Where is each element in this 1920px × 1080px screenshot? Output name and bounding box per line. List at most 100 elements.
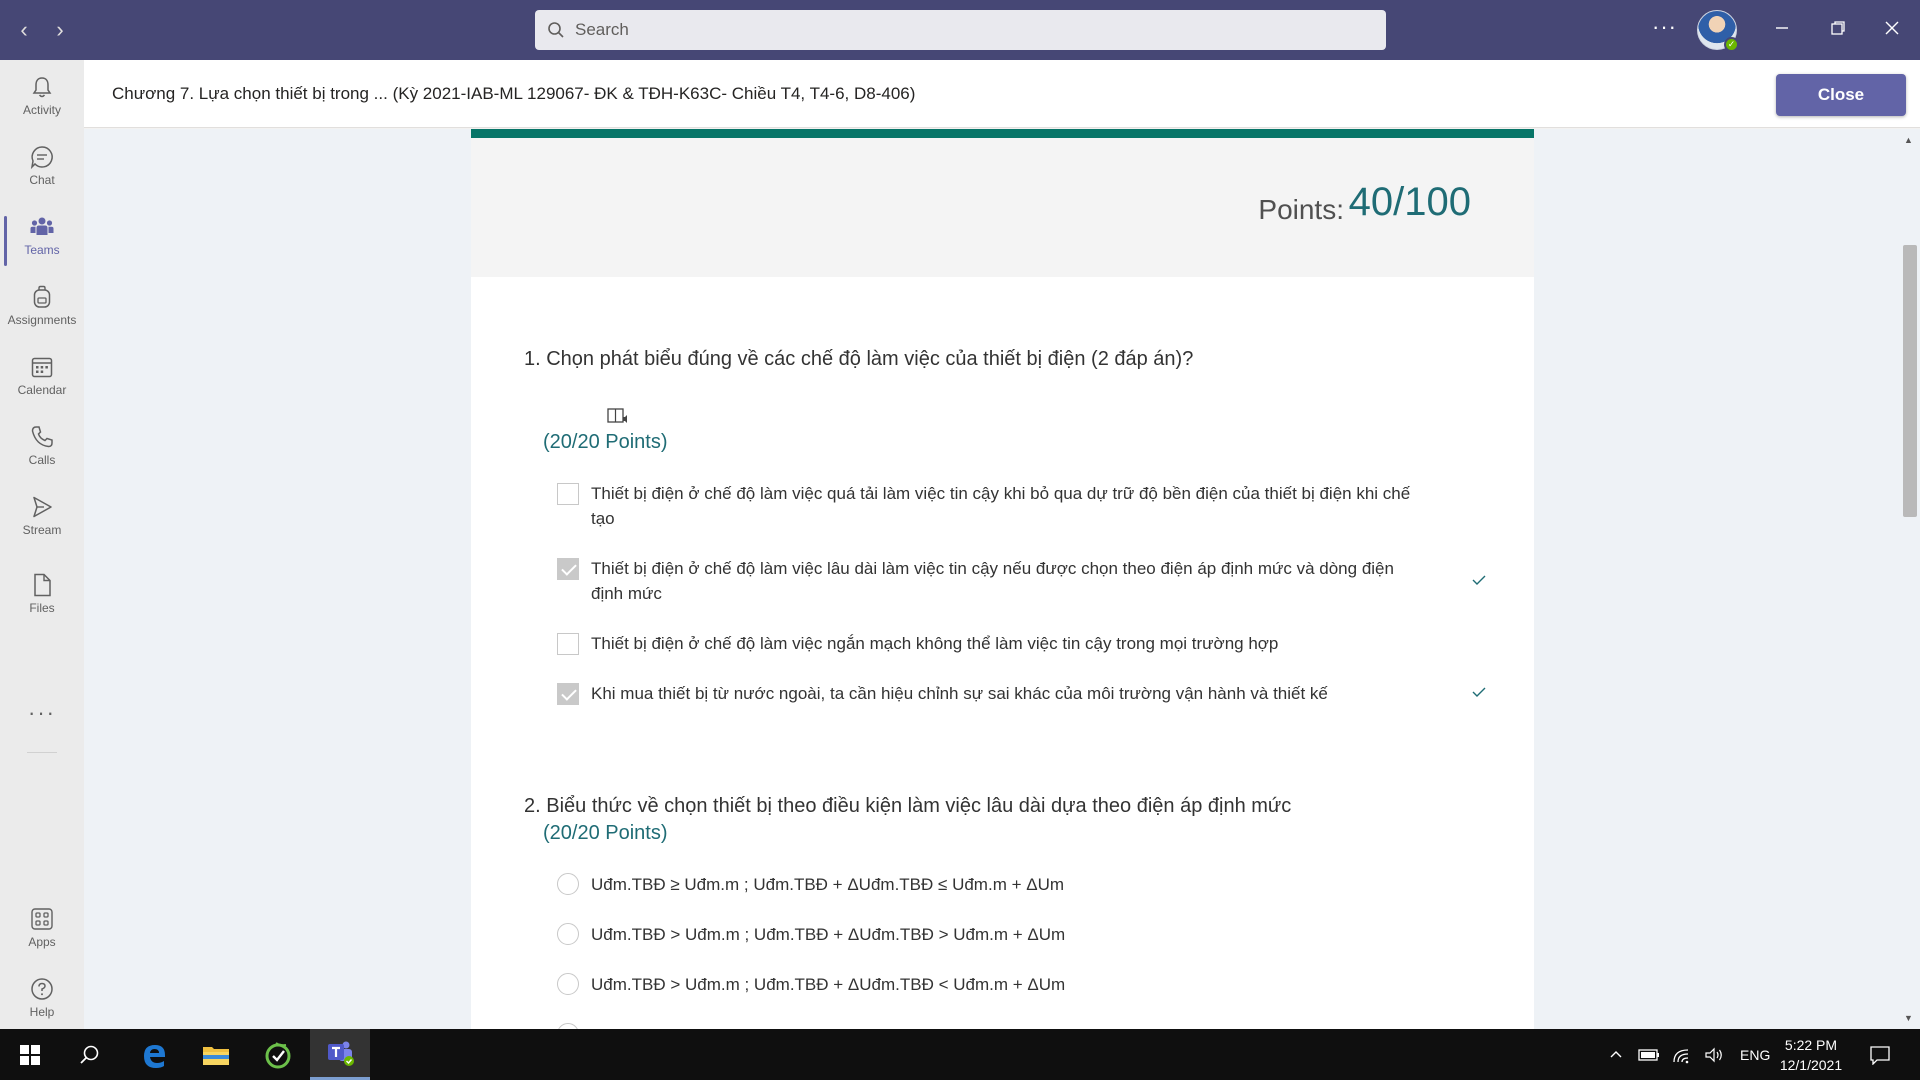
form-viewport: Points: 40/100 1. Chọn phát biểu đúng về… xyxy=(84,129,1920,1029)
rail-item-label: Stream xyxy=(22,523,62,537)
immersive-reader-icon[interactable] xyxy=(607,407,629,427)
answer-option[interactable]: Thiết bị điện ở chế độ làm việc lâu dài … xyxy=(557,556,1457,606)
system-tray: ENG xyxy=(1608,1029,1770,1080)
rail-item-assignments[interactable]: Assignments xyxy=(0,276,84,342)
form-accent-bar xyxy=(471,129,1534,138)
rail-item-chat[interactable]: Chat xyxy=(0,136,84,202)
app-green-icon[interactable] xyxy=(248,1029,308,1080)
phone-icon xyxy=(31,426,53,448)
windows-start-icon[interactable] xyxy=(0,1029,60,1080)
scroll-down-arrow-icon[interactable]: ▼ xyxy=(1904,1013,1913,1023)
teams-taskbar-icon[interactable] xyxy=(310,1029,370,1080)
volume-icon[interactable] xyxy=(1704,1046,1724,1064)
close-button[interactable]: Close xyxy=(1776,74,1906,116)
question-title: 1. Chọn phát biểu đúng về các chế độ làm… xyxy=(524,348,1194,370)
clock[interactable]: 5:22 PM 12/1/2021 xyxy=(1766,1035,1856,1075)
option-text: Uđm.TBĐ > Uđm.m ; Uđm.TBĐ + ΔUđm.TBĐ > U… xyxy=(591,925,1066,944)
question-title: 2. Biểu thức về chọn thiết bị theo điều … xyxy=(524,795,1292,817)
rail-item-label: Assignments xyxy=(7,313,77,327)
rail-item-teams[interactable]: Teams xyxy=(0,206,84,272)
rail-item-label: Calendar xyxy=(17,383,67,397)
option-text: Thiết bị điện ở chế độ làm việc quá tải … xyxy=(591,484,1411,528)
page-title: Chương 7. Lựa chọn thiết bị trong ... (K… xyxy=(112,84,916,103)
restore-icon[interactable] xyxy=(1818,12,1858,48)
more-apps-icon[interactable]: ··· xyxy=(0,700,84,726)
app-rail: Activity Chat Teams Assignments Calendar… xyxy=(0,60,84,1029)
rail-item-calls[interactable]: Calls xyxy=(0,416,84,482)
rail-item-label: Files xyxy=(29,601,55,615)
radio-button[interactable] xyxy=(557,873,579,895)
wifi-icon[interactable] xyxy=(1672,1046,1692,1064)
clock-time: 5:22 PM xyxy=(1784,1037,1838,1053)
points-value: 40/100 xyxy=(1348,180,1471,224)
option-text: Thiết bị điện ở chế độ làm việc lâu dài … xyxy=(591,559,1394,603)
search-input[interactable] xyxy=(575,20,1355,40)
more-options-icon[interactable]: ··· xyxy=(1652,14,1677,40)
bell-icon xyxy=(32,77,52,98)
chevron-up-icon[interactable] xyxy=(1608,1047,1624,1063)
title-bar: ‹ › ··· ✓ xyxy=(0,0,1920,60)
calendar-icon xyxy=(31,357,53,378)
teams-icon xyxy=(30,217,54,235)
option-text: Khi mua thiết bị từ nước ngoài, ta cần h… xyxy=(591,684,1328,703)
form-card: Points: 40/100 1. Chọn phát biểu đúng về… xyxy=(471,129,1534,1029)
battery-icon[interactable] xyxy=(1638,1048,1660,1062)
forward-arrow-icon[interactable]: › xyxy=(46,16,74,44)
rail-item-label: Chat xyxy=(29,173,55,187)
score-banner: Points: 40/100 xyxy=(471,138,1534,277)
avatar[interactable]: ✓ xyxy=(1697,10,1739,52)
points-label: Points: xyxy=(1258,194,1344,225)
scrollbar[interactable]: ▲ ▼ xyxy=(1900,129,1920,1029)
apps-icon xyxy=(31,908,53,930)
rail-item-label: Teams xyxy=(24,243,60,257)
file-explorer-icon[interactable] xyxy=(186,1029,246,1080)
radio-button[interactable] xyxy=(557,923,579,945)
scroll-thumb[interactable] xyxy=(1903,245,1917,517)
rail-item-label: Help xyxy=(29,1005,55,1019)
rail-item-stream[interactable]: Stream xyxy=(0,486,84,552)
question-points: (20/20 Points) xyxy=(543,431,668,453)
correct-check-icon xyxy=(1472,575,1486,585)
answer-option[interactable]: Uđm.TBĐ > Uđm.m ; Uđm.TBĐ + ΔUđm.TBĐ > U… xyxy=(557,922,1457,947)
rail-item-label: Apps xyxy=(28,935,56,949)
taskbar-search-icon[interactable] xyxy=(60,1029,120,1080)
question-points: (20/20 Points) xyxy=(543,822,668,844)
taskbar: ENG 5:22 PM 12/1/2021 xyxy=(0,1029,1920,1080)
rail-item-label: Activity xyxy=(22,103,61,117)
answer-option[interactable] xyxy=(557,1022,1457,1029)
close-window-icon[interactable] xyxy=(1872,12,1912,48)
divider xyxy=(27,752,57,753)
play-icon xyxy=(33,496,52,518)
notification-center-icon[interactable] xyxy=(1850,1029,1910,1080)
rail-item-files[interactable]: Files xyxy=(0,564,84,630)
answer-option[interactable]: Thiết bị điện ở chế độ làm việc ngắn mạc… xyxy=(557,631,1457,656)
help-icon xyxy=(31,978,53,1000)
rail-item-calendar[interactable]: Calendar xyxy=(0,346,84,412)
search-icon xyxy=(548,22,564,38)
answer-option[interactable]: Khi mua thiết bị từ nước ngoài, ta cần h… xyxy=(557,681,1457,706)
scroll-up-arrow-icon[interactable]: ▲ xyxy=(1904,135,1913,145)
edge-browser-icon[interactable] xyxy=(124,1029,184,1080)
minimize-icon[interactable] xyxy=(1762,12,1802,48)
option-text: Uđm.TBĐ ≥ Uđm.m ; Uđm.TBĐ + ΔUđm.TBĐ ≤ U… xyxy=(591,875,1065,894)
checkbox-checked[interactable] xyxy=(557,683,579,705)
correct-check-icon xyxy=(1472,687,1486,697)
answer-option[interactable]: Uđm.TBĐ > Uđm.m ; Uđm.TBĐ + ΔUđm.TBĐ < U… xyxy=(557,972,1457,997)
checkbox[interactable] xyxy=(557,633,579,655)
rail-item-activity[interactable]: Activity xyxy=(0,66,84,132)
checkbox-checked[interactable] xyxy=(557,558,579,580)
radio-button[interactable] xyxy=(557,973,579,995)
rail-item-help[interactable]: Help xyxy=(0,968,84,1034)
status-available-icon: ✓ xyxy=(1724,37,1739,52)
answer-option[interactable]: Thiết bị điện ở chế độ làm việc quá tải … xyxy=(557,481,1457,531)
option-text: Uđm.TBĐ > Uđm.m ; Uđm.TBĐ + ΔUđm.TBĐ < U… xyxy=(591,975,1066,994)
checkbox[interactable] xyxy=(557,483,579,505)
back-arrow-icon[interactable]: ‹ xyxy=(10,16,38,44)
option-text: Thiết bị điện ở chế độ làm việc ngắn mạc… xyxy=(591,634,1279,653)
answer-option[interactable]: Uđm.TBĐ ≥ Uđm.m ; Uđm.TBĐ + ΔUđm.TBĐ ≤ U… xyxy=(557,872,1457,897)
rail-item-apps[interactable]: Apps xyxy=(0,898,84,964)
clock-date: 12/1/2021 xyxy=(1779,1057,1843,1073)
backpack-icon xyxy=(33,285,51,308)
dialog-header: Chương 7. Lựa chọn thiết bị trong ... (K… xyxy=(84,60,1920,128)
search-box[interactable] xyxy=(535,10,1386,50)
